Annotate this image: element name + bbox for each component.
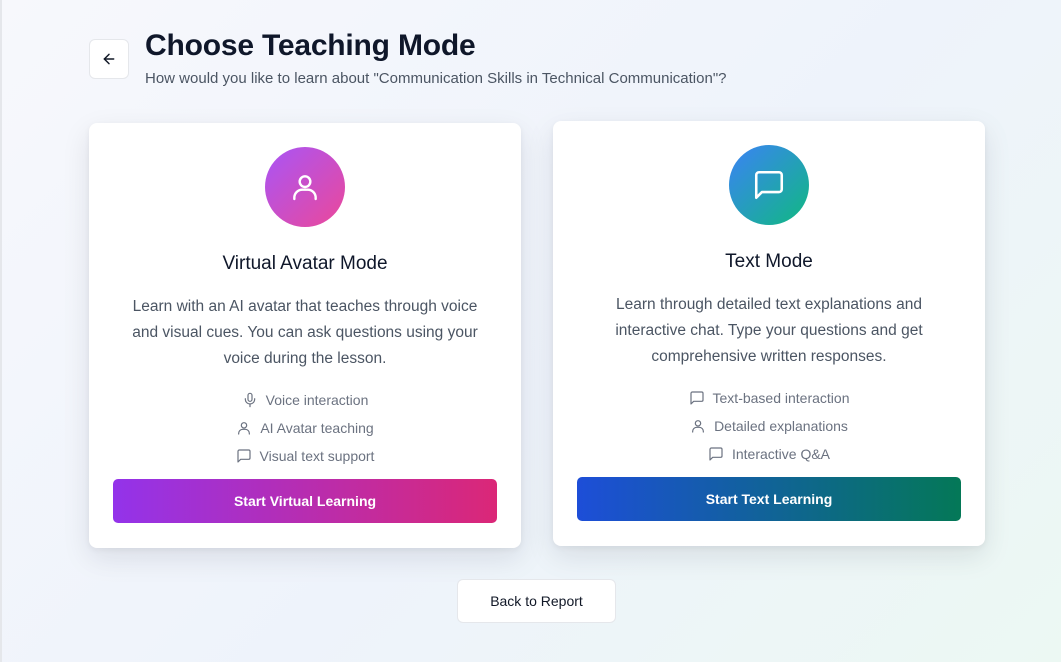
message-square-icon	[236, 449, 251, 463]
feature-item: AI Avatar teaching	[236, 414, 374, 442]
message-square-icon	[754, 170, 784, 200]
message-square-icon	[709, 447, 723, 461]
feature-label: Visual text support	[259, 448, 375, 464]
arrow-left-icon	[103, 53, 115, 65]
user-icon	[238, 422, 251, 435]
feature-item: Visual text support	[236, 442, 375, 470]
start-text-learning-button[interactable]: Start Text Learning	[577, 477, 961, 521]
feature-list: Voice interaction AI Avatar teaching Vis…	[89, 386, 521, 470]
card-title: Text Mode	[725, 251, 813, 272]
card-title: Virtual Avatar Mode	[222, 253, 388, 274]
feature-label: Detailed explanations	[714, 418, 848, 434]
back-to-report-button[interactable]: Back to Report	[457, 579, 616, 623]
feature-item: Detailed explanations	[690, 412, 848, 440]
page-subtitle: How would you like to learn about "Commu…	[145, 70, 727, 87]
card-description: Learn through detailed text explanations…	[615, 296, 923, 365]
feature-label: Interactive Q&A	[731, 446, 831, 462]
back-button[interactable]	[89, 39, 129, 79]
feature-item: Text-based interaction	[689, 384, 850, 412]
feature-list: Text-based interaction Detailed explanat…	[553, 384, 985, 468]
feature-label: Text-based interaction	[712, 390, 850, 406]
feature-label: Voice interaction	[265, 392, 369, 408]
page-title: Choose Teaching Mode	[145, 29, 476, 62]
feature-item: Interactive Q&A	[708, 440, 830, 468]
user-icon	[692, 420, 704, 433]
virtual-avatar-mode-card[interactable]: Virtual Avatar Mode Learn with an AI ava…	[89, 123, 521, 548]
text-mode-icon-circle	[729, 145, 809, 225]
card-description: Learn with an AI avatar that teaches thr…	[132, 298, 478, 367]
feature-item: Voice interaction	[242, 386, 369, 414]
left-edge-divider	[0, 0, 2, 662]
start-virtual-learning-button[interactable]: Start Virtual Learning	[113, 479, 497, 523]
microphone-icon	[244, 392, 255, 408]
text-mode-card[interactable]: Text Mode Learn through detailed text ex…	[553, 121, 985, 546]
message-square-icon	[689, 391, 704, 405]
user-icon	[293, 175, 317, 201]
virtual-avatar-icon-circle	[265, 147, 345, 227]
feature-label: AI Avatar teaching	[260, 420, 374, 436]
